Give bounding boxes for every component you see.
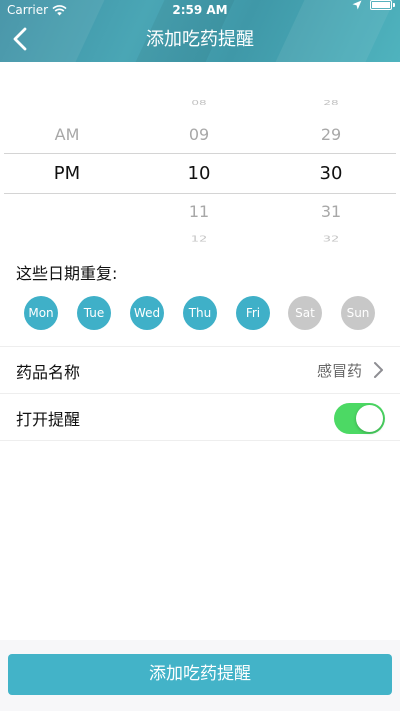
picker-item[interactable]: 12 bbox=[159, 235, 239, 244]
day-toggle-thu[interactable]: Thu bbox=[183, 296, 217, 330]
day-toggle-mon[interactable]: Mon bbox=[24, 296, 58, 330]
picker-item-selected[interactable]: PM bbox=[27, 163, 107, 184]
reminder-toggle[interactable] bbox=[334, 403, 385, 434]
picker-item-selected[interactable]: 30 bbox=[291, 163, 371, 184]
day-toggle-fri[interactable]: Fri bbox=[236, 296, 270, 330]
day-toggle-tue[interactable]: Tue bbox=[77, 296, 111, 330]
day-toggle-wed[interactable]: Wed bbox=[130, 296, 164, 330]
medicine-name-value: 感冒药 bbox=[316, 362, 362, 380]
repeat-label: 这些日期重复: bbox=[16, 264, 118, 283]
medicine-name-label: 药品名称 bbox=[16, 363, 81, 382]
reminder-row: 打开提醒 bbox=[0, 394, 400, 440]
page-title: 添加吃药提醒 bbox=[146, 29, 254, 50]
picker-item[interactable]: 08 bbox=[159, 99, 239, 107]
reminder-label: 打开提醒 bbox=[16, 410, 81, 429]
day-toggle-sat[interactable]: Sat bbox=[288, 296, 322, 330]
weekday-selector: Mon Tue Wed Thu Fri Sat Sun bbox=[24, 296, 376, 330]
status-bar: Carrier 2:59 AM bbox=[0, 0, 400, 20]
chevron-right-icon bbox=[374, 362, 383, 378]
battery-icon bbox=[370, 0, 395, 10]
picker-column-minute[interactable]: 28 29 30 31 32 bbox=[291, 84, 371, 260]
picker-item-selected[interactable]: 10 bbox=[159, 163, 239, 184]
time-picker[interactable]: AM PM 08 09 10 11 12 28 29 30 31 32 bbox=[0, 84, 400, 260]
day-toggle-sun[interactable]: Sun bbox=[341, 296, 375, 330]
picker-item[interactable]: 09 bbox=[159, 125, 239, 144]
location-arrow-icon bbox=[352, 0, 362, 10]
status-time: 2:59 AM bbox=[172, 3, 228, 17]
picker-item[interactable]: 11 bbox=[159, 202, 239, 221]
toggle-knob bbox=[356, 405, 383, 432]
picker-item[interactable]: 29 bbox=[291, 125, 371, 144]
picker-item[interactable]: 28 bbox=[291, 99, 371, 107]
nav-header: Carrier 2:59 AM 添加吃药提醒 bbox=[0, 0, 400, 62]
status-right bbox=[352, 0, 395, 10]
picker-column-ampm[interactable]: AM PM bbox=[27, 84, 107, 260]
add-reminder-button[interactable]: 添加吃药提醒 bbox=[8, 654, 392, 695]
picker-item[interactable]: 31 bbox=[291, 202, 371, 221]
picker-item[interactable]: AM bbox=[27, 125, 107, 144]
divider bbox=[0, 440, 400, 441]
picker-item[interactable]: 32 bbox=[291, 235, 371, 244]
picker-column-hour[interactable]: 08 09 10 11 12 bbox=[159, 84, 239, 260]
medicine-name-row[interactable]: 药品名称 感冒药 bbox=[0, 347, 400, 393]
